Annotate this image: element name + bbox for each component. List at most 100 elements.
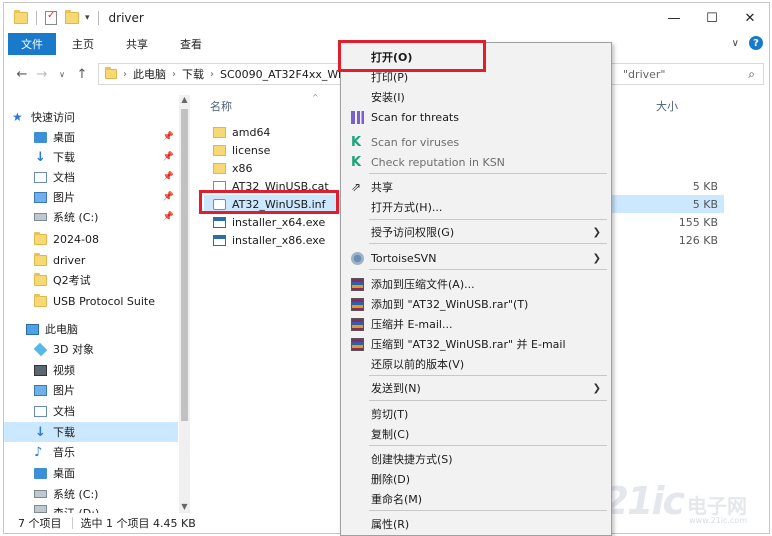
nav-label: 系统 (C:): [53, 488, 99, 501]
nav-documents-pc[interactable]: 文档: [4, 401, 178, 421]
nav-scrollbar[interactable]: ▲ ▼: [179, 95, 190, 513]
ribbon-expand-icon[interactable]: ∨: [732, 38, 739, 49]
search-input[interactable]: "driver" ⌕: [594, 63, 764, 85]
help-icon[interactable]: ?: [749, 36, 763, 50]
folder-icon: [34, 231, 47, 245]
nav-desktop-pc[interactable]: 桌面: [4, 463, 178, 483]
tab-file[interactable]: 文件: [8, 33, 56, 55]
menu-label: 添加到 "AT32_WinUSB.rar"(T): [371, 298, 529, 311]
back-icon[interactable]: ←: [12, 67, 32, 82]
3d-objects-icon: [33, 342, 48, 356]
menu-copy[interactable]: 复制(C): [343, 424, 609, 444]
pin-icon[interactable]: 📌: [163, 172, 174, 182]
tab-view[interactable]: 查看: [164, 36, 218, 52]
menu-open-with[interactable]: 打开方式(H)...: [343, 197, 609, 217]
menu-cut[interactable]: 剪切(T): [343, 404, 609, 424]
column-header-name[interactable]: 名称: [210, 95, 232, 117]
menu-label: 剪切(T): [371, 408, 409, 421]
recent-locations-icon[interactable]: ∨: [52, 70, 72, 79]
menu-add-archive[interactable]: 添加到压缩文件(A)...: [343, 274, 609, 294]
music-icon: ♪: [34, 444, 43, 460]
menu-label: 发送到(N): [371, 382, 421, 395]
menu-label: 复制(C): [371, 428, 410, 441]
nav-videos[interactable]: 视频: [4, 360, 178, 380]
watermark-url: www.21ic.com: [689, 516, 747, 525]
nav-downloads-pc[interactable]: ↓ 下载: [4, 422, 178, 442]
column-header-size[interactable]: 大小: [656, 95, 678, 117]
quick-access-dropdown-icon[interactable]: ▾: [85, 13, 90, 23]
menu-properties[interactable]: 属性(R): [343, 514, 609, 534]
menu-scan-viruses[interactable]: K Scan for viruses: [343, 132, 609, 152]
menu-scan-threats[interactable]: Scan for threats: [343, 107, 609, 127]
menu-separator: [369, 243, 607, 244]
tab-home[interactable]: 主页: [56, 36, 110, 52]
pin-icon[interactable]: 📌: [163, 212, 174, 222]
menu-label: 删除(D): [371, 473, 411, 486]
nav-label: 3D 对象: [53, 343, 94, 356]
nav-documents[interactable]: 文档 📌: [4, 167, 178, 187]
menu-label: 创建快捷方式(S): [371, 453, 453, 466]
breadcrumb-sc0090[interactable]: SC0090_AT32F4xx_Win: [220, 68, 348, 81]
minimize-button[interactable]: —: [655, 3, 693, 33]
new-folder-icon[interactable]: [65, 10, 79, 24]
nav-this-pc[interactable]: 此电脑: [4, 319, 178, 339]
nav-pictures[interactable]: 图片 📌: [4, 187, 178, 207]
nav-data-d[interactable]: 森江 (D:): [4, 505, 178, 513]
nav-label: 下载: [53, 426, 75, 439]
properties-icon[interactable]: [45, 10, 57, 25]
winrar-icon: [351, 298, 364, 311]
menu-label: 添加到压缩文件(A)...: [371, 278, 475, 291]
status-selected: 选中 1 个项目 4.45 KB: [80, 517, 196, 530]
menu-create-shortcut[interactable]: 创建快捷方式(S): [343, 449, 609, 469]
nav-usb-protocol-suite[interactable]: USB Protocol Suite: [4, 291, 178, 311]
nav-label: 下载: [53, 151, 75, 164]
breadcrumb-this-pc[interactable]: 此电脑: [133, 66, 166, 82]
pin-icon[interactable]: 📌: [163, 192, 174, 202]
menu-share[interactable]: ⇗ 共享: [343, 177, 609, 197]
menu-compress-email[interactable]: 压缩并 E-mail...: [343, 314, 609, 334]
breadcrumb-downloads[interactable]: 下载: [182, 66, 204, 82]
menu-delete[interactable]: 删除(D): [343, 469, 609, 489]
nav-quick-access[interactable]: ★ 快速访问: [4, 107, 178, 127]
document-icon: [34, 171, 47, 183]
forward-icon[interactable]: →: [32, 67, 52, 82]
nav-driver[interactable]: driver: [4, 250, 178, 270]
menu-separator: [369, 400, 607, 401]
tab-share[interactable]: 共享: [110, 36, 164, 52]
scroll-up-icon[interactable]: ▲: [179, 95, 190, 104]
folder-icon: [213, 144, 226, 156]
menu-grant-access[interactable]: 授予访问权限(G) ❯: [343, 222, 609, 242]
chevron-right-icon[interactable]: ›: [172, 69, 176, 80]
maximize-button[interactable]: ☐: [693, 3, 731, 33]
menu-separator: [369, 445, 607, 446]
menu-rename[interactable]: 重命名(M): [343, 489, 609, 509]
menu-tortoisesvn[interactable]: TortoiseSVN ❯: [343, 248, 609, 268]
scroll-down-icon[interactable]: ▼: [179, 502, 190, 511]
nav-label: 图片: [53, 191, 75, 204]
nav-downloads[interactable]: ↓ 下载 📌: [4, 147, 178, 167]
chevron-right-icon[interactable]: ›: [210, 69, 214, 80]
menu-add-to-rar[interactable]: 添加到 "AT32_WinUSB.rar"(T): [343, 294, 609, 314]
nav-3d-objects[interactable]: 3D 对象: [4, 339, 178, 359]
chevron-right-icon[interactable]: ›: [123, 69, 127, 80]
menu-send-to[interactable]: 发送到(N) ❯: [343, 378, 609, 398]
up-icon[interactable]: ↑: [72, 67, 92, 82]
menu-compress-rar-email[interactable]: 压缩到 "AT32_WinUSB.rar" 并 E-mail: [343, 334, 609, 354]
nav-pictures-pc[interactable]: 图片: [4, 380, 178, 400]
pin-icon[interactable]: 📌: [163, 132, 174, 142]
menu-install[interactable]: 安装(I): [343, 87, 609, 107]
nav-system-c-pc[interactable]: 系统 (C:): [4, 484, 178, 504]
nav-q2-exam[interactable]: Q2考试: [4, 270, 178, 290]
menu-check-ksn[interactable]: K Check reputation in KSN: [343, 152, 609, 172]
scroll-thumb[interactable]: [181, 109, 188, 421]
nav-music[interactable]: ♪ 音乐: [4, 442, 178, 462]
menu-restore-versions[interactable]: 还原以前的版本(V): [343, 354, 609, 374]
nav-system-c[interactable]: 系统 (C:) 📌: [4, 207, 178, 227]
close-button[interactable]: ✕: [731, 3, 769, 33]
exe-file-icon: [213, 216, 226, 228]
submenu-arrow-icon: ❯: [592, 252, 601, 264]
nav-desktop[interactable]: 桌面 📌: [4, 127, 178, 147]
search-icon[interactable]: ⌕: [748, 67, 755, 82]
nav-2024-08[interactable]: 2024-08: [4, 229, 178, 249]
pin-icon[interactable]: 📌: [163, 152, 174, 162]
